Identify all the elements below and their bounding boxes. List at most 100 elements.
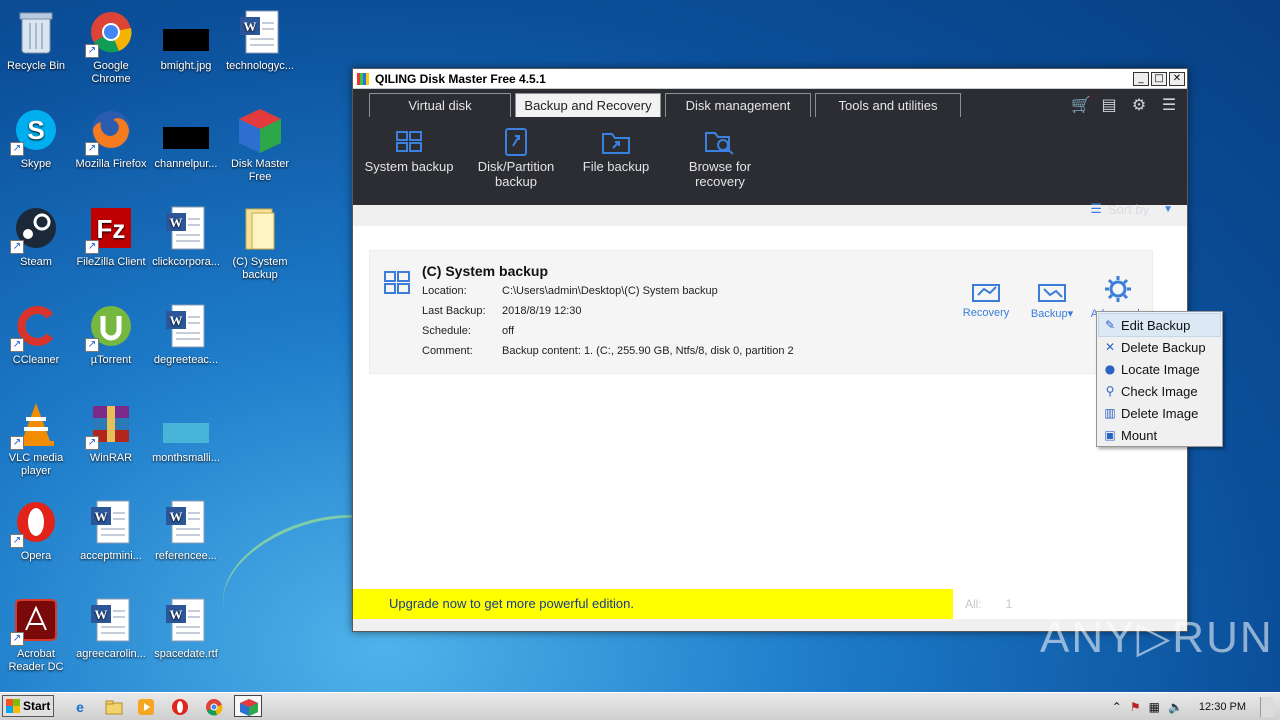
list-icon: ☰ — [1090, 202, 1102, 217]
desktop-icon-steam[interactable]: ↗ Steam — [0, 204, 74, 269]
word-doc-icon: W — [87, 596, 135, 644]
desktop-icon-label: Acrobat Reader DC — [8, 648, 64, 673]
desktop-icon-vlc[interactable]: ↗ VLC media player — [0, 400, 74, 478]
desktop-icon-doc[interactable]: W spacedate.rtf — [148, 596, 224, 661]
desktop-icon-label: VLC media player — [8, 452, 64, 477]
desktop-icon-doc[interactable]: W technologyc... — [222, 8, 298, 73]
tab-backup-and-recovery[interactable]: Backup and Recovery — [515, 93, 661, 117]
menu-item-check-image[interactable]: ⚲ Check Image — [1099, 380, 1220, 402]
word-doc-icon: W — [162, 302, 210, 350]
window-title: QILING Disk Master Free 4.5.1 — [375, 71, 546, 86]
minimize-button[interactable]: _ — [1133, 71, 1149, 86]
folder-backup-icon — [567, 127, 665, 157]
word-doc-icon: W — [162, 204, 210, 252]
volume-icon[interactable]: 🔈 — [1168, 700, 1183, 714]
mount-icon: ▣ — [1104, 428, 1116, 442]
chrome-icon: ↗ — [85, 8, 135, 58]
explorer-folder-icon[interactable] — [104, 697, 124, 717]
internet-explorer-icon[interactable]: e — [70, 697, 90, 717]
clock[interactable]: 12:30 PM — [1199, 701, 1246, 713]
action-label: Backup▾ — [1030, 308, 1074, 320]
desktop-icon-label: agreecarolin... — [76, 648, 146, 660]
menu-item-locate-image[interactable]: ● Locate Image — [1099, 358, 1220, 380]
tab-disk-management[interactable]: Disk management — [665, 93, 811, 117]
word-doc-icon: W — [236, 8, 284, 56]
file-backup-button[interactable]: File backup — [567, 127, 665, 189]
gear-icon — [1086, 273, 1150, 303]
desktop-icon-winrar[interactable]: ↗ WinRAR — [73, 400, 149, 465]
svg-text:W: W — [170, 313, 183, 328]
desktop-icon-doc[interactable]: W degreeteac... — [148, 302, 224, 367]
show-hidden-icons-icon[interactable]: ⌃ — [1112, 700, 1122, 714]
shortcut-arrow-icon: ↗ — [10, 338, 24, 352]
menu-item-edit-backup[interactable]: ✎ Edit Backup — [1098, 313, 1221, 337]
desktop-icon-recycle-bin[interactable]: Recycle Bin — [0, 8, 74, 73]
flag-icon[interactable]: ⚑ — [1130, 700, 1141, 714]
top-right-icons: 🛒 ▤ ⚙ ☰ — [1071, 95, 1177, 114]
maximize-button[interactable]: □ — [1151, 71, 1167, 86]
image-file-icon — [162, 106, 210, 154]
menu-item-mount[interactable]: ▣ Mount — [1099, 424, 1220, 446]
desktop-icon-image[interactable]: bmight.jpg — [148, 8, 224, 73]
log-icon[interactable]: ▤ — [1101, 95, 1117, 114]
network-icon[interactable]: ▦ — [1149, 700, 1160, 714]
desktop-icon-doc[interactable]: W clickcorpora... — [148, 204, 224, 269]
browse-for-recovery-button[interactable]: Browse for recovery — [665, 127, 775, 189]
menu-item-delete-image[interactable]: ▥ Delete Image — [1099, 402, 1220, 424]
row-value: off — [502, 325, 515, 337]
shortcut-arrow-icon: ↗ — [10, 632, 24, 646]
trash-icon: ▥ — [1104, 406, 1116, 420]
shortcut-arrow-icon: ↗ — [85, 142, 99, 156]
show-desktop-button[interactable] — [1260, 697, 1274, 717]
tool-label: File backup — [582, 159, 650, 174]
upgrade-banner[interactable]: Upgrade now to get more powerful edition… — [353, 589, 953, 619]
opera-icon[interactable] — [170, 697, 190, 717]
desktop-icon-doc[interactable]: W acceptmini... — [73, 498, 149, 563]
app-window: QILING Disk Master Free 4.5.1 _ □ ✕ Virt… — [352, 68, 1188, 632]
shortcut-arrow-icon: ↗ — [10, 142, 24, 156]
recovery-button[interactable]: Recovery — [954, 273, 1018, 320]
desktop-icon-label: µTorrent — [90, 354, 132, 366]
menu-icon[interactable]: ☰ — [1161, 95, 1177, 114]
desktop-icon-disk-master[interactable]: Disk Master Free — [222, 106, 298, 184]
desktop-icon-doc[interactable]: W agreecarolin... — [73, 596, 149, 661]
taskbar-disk-master-button[interactable] — [234, 695, 262, 717]
desktop-icon-label: Google Chrome — [91, 60, 131, 85]
word-doc-icon: W — [162, 596, 210, 644]
close-button[interactable]: ✕ — [1169, 71, 1185, 86]
start-button[interactable]: Start — [2, 695, 54, 717]
menu-item-delete-backup[interactable]: ✕ Delete Backup — [1099, 336, 1220, 358]
desktop-icon-filezilla[interactable]: Fz ↗ FileZilla Client — [73, 204, 149, 269]
desktop-icon-image[interactable]: channelpur... — [148, 106, 224, 171]
desktop-icon-chrome[interactable]: ↗ Google Chrome — [73, 8, 149, 86]
desktop-icon-doc[interactable]: W referencee... — [148, 498, 224, 563]
row-key: Comment: — [422, 345, 473, 357]
desktop-icon-firefox[interactable]: ↗ Mozilla Firefox — [73, 106, 149, 171]
desktop-icon-opera[interactable]: ↗ Opera — [0, 498, 74, 563]
desktop-icon-acrobat[interactable]: ↗ Acrobat Reader DC — [0, 596, 74, 674]
folder-icon — [236, 204, 284, 252]
chrome-icon[interactable] — [204, 697, 224, 717]
media-player-icon[interactable] — [136, 697, 156, 717]
desktop-icon-ccleaner[interactable]: ↗ CCleaner — [0, 302, 74, 367]
backup-card[interactable]: (C) System backup Location: C:\Users\adm… — [369, 250, 1153, 374]
desktop-icon-label: Opera — [20, 550, 52, 562]
backup-list: (C) System backup Location: C:\Users\adm… — [353, 226, 1187, 619]
sort-by-button[interactable]: ☰ Sort by ▼ — [1090, 202, 1173, 217]
desktop-icon-utorrent[interactable]: ↗ µTorrent — [73, 302, 149, 367]
system-backup-button[interactable]: System backup — [353, 127, 465, 189]
shortcut-arrow-icon: ↗ — [85, 338, 99, 352]
app-logo-icon — [357, 72, 369, 85]
cart-icon[interactable]: 🛒 — [1071, 95, 1091, 114]
desktop-icon-skype[interactable]: S ↗ Skype — [0, 106, 74, 171]
backup-dropdown-button[interactable]: Backup▾ — [1020, 273, 1084, 320]
desktop-icon-folder[interactable]: (C) System backup — [222, 204, 298, 282]
window-titlebar[interactable]: QILING Disk Master Free 4.5.1 _ □ ✕ — [353, 69, 1187, 89]
desktop-icon-image[interactable]: monthsmalli... — [148, 400, 224, 465]
gear-icon[interactable]: ⚙ — [1131, 95, 1147, 114]
disk-partition-backup-button[interactable]: Disk/Partition backup — [465, 127, 567, 189]
windows-icon — [353, 127, 465, 157]
anyrun-watermark: ANY▷RUN — [1040, 613, 1274, 662]
tab-virtual-disk[interactable]: Virtual disk — [369, 93, 511, 117]
tab-tools-and-utilities[interactable]: Tools and utilities — [815, 93, 961, 117]
